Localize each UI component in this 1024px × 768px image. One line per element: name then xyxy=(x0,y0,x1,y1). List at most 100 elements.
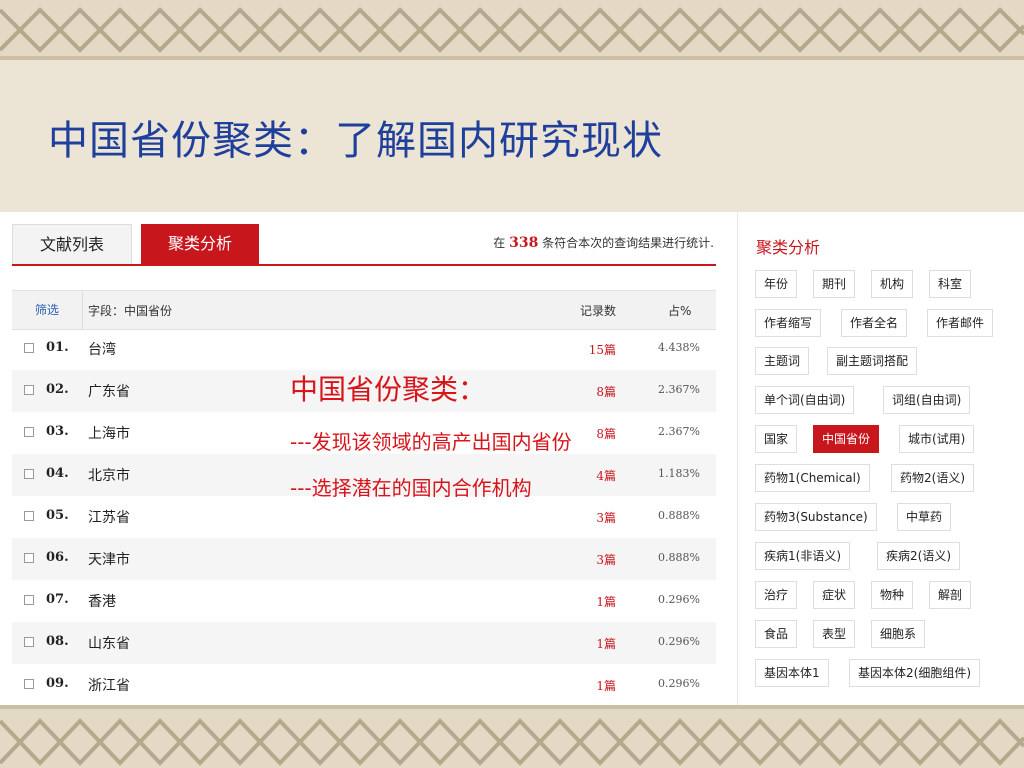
cluster-tag-phenotype[interactable]: 表型 xyxy=(813,620,856,648)
cluster-tag-country[interactable]: 国家 xyxy=(755,425,798,453)
row-index: 02. xyxy=(46,382,69,397)
cluster-tag-author-email[interactable]: 作者邮件 xyxy=(927,309,994,337)
row-index: 05. xyxy=(46,508,69,523)
row-percent: 1.183% xyxy=(658,467,700,480)
cluster-tag-institution[interactable]: 机构 xyxy=(871,270,914,298)
cluster-tag-disease-nonsemantic[interactable]: 疾病1(非语义) xyxy=(755,542,850,570)
row-index: 01. xyxy=(46,340,69,355)
overlay-title: 中国省份聚类： xyxy=(290,373,487,406)
decorative-band-bottom xyxy=(0,705,1024,768)
cluster-tag-single-word[interactable]: 单个词(自由词) xyxy=(755,386,855,414)
pattern-border-top xyxy=(0,7,1024,60)
row-count[interactable]: 1篇 xyxy=(572,677,616,694)
embedded-screenshot: 文献列表 聚类分析 在 338 条符合本次的查询结果进行统计. 筛选 字段：中国… xyxy=(0,212,1024,705)
row-percent: 0.888% xyxy=(658,509,700,522)
row-name[interactable]: 上海市 xyxy=(88,423,130,443)
header-field: 字段：中国省份 xyxy=(88,304,173,318)
row-index: 06. xyxy=(46,550,69,565)
stat-prefix: 在 xyxy=(493,236,506,250)
row-count[interactable]: 15篇 xyxy=(572,341,616,358)
table-row: 08. 山东省 1篇 0.296% xyxy=(12,622,716,664)
cluster-tag-year[interactable]: 年份 xyxy=(755,270,798,298)
decorative-band-top xyxy=(0,0,1024,60)
row-count[interactable]: 3篇 xyxy=(572,509,616,526)
overlay-line-1: ---发现该领域的高产出国内省份 xyxy=(290,430,572,454)
cluster-tag-food[interactable]: 食品 xyxy=(755,620,798,648)
cluster-tag-gene-ontology-1[interactable]: 基因本体1 xyxy=(755,659,829,687)
cluster-tag-mesh[interactable]: 主题词 xyxy=(755,347,810,375)
row-name[interactable]: 浙江省 xyxy=(88,675,130,695)
cluster-tag-phrase[interactable]: 词组(自由词) xyxy=(883,386,971,414)
row-name[interactable]: 天津市 xyxy=(88,549,130,569)
row-index: 07. xyxy=(46,592,69,607)
slide-title: 中国省份聚类：了解国内研究现状 xyxy=(48,118,663,164)
row-name[interactable]: 台湾 xyxy=(88,339,116,359)
row-checkbox[interactable] xyxy=(24,637,34,647)
cluster-tag-therapy[interactable]: 治疗 xyxy=(755,581,798,609)
filter-button[interactable]: 筛选 xyxy=(12,291,83,329)
tab-underline xyxy=(12,264,716,266)
cluster-tag-city[interactable]: 城市(试用) xyxy=(899,425,975,453)
row-count[interactable]: 3篇 xyxy=(572,551,616,568)
overlay-line-2: ---选择潜在的国内合作机构 xyxy=(290,476,532,500)
stat-summary: 在 338 条符合本次的查询结果进行统计. xyxy=(493,234,714,251)
table-header: 筛选 字段：中国省份 记录数 占% xyxy=(12,290,716,330)
row-name[interactable]: 广东省 xyxy=(88,381,130,401)
cluster-tag-drug-substance[interactable]: 药物3(Substance) xyxy=(755,503,877,531)
cluster-tag-disease-semantic[interactable]: 疾病2(语义) xyxy=(877,542,960,570)
row-index: 09. xyxy=(46,676,69,691)
row-percent: 0.296% xyxy=(658,635,700,648)
row-count[interactable]: 8篇 xyxy=(572,383,616,400)
row-checkbox[interactable] xyxy=(24,679,34,689)
stat-suffix: 条符合本次的查询结果进行统计. xyxy=(542,236,714,250)
cluster-tag-anatomy[interactable]: 解剖 xyxy=(929,581,972,609)
header-percent[interactable]: 占% xyxy=(668,302,691,319)
row-checkbox[interactable] xyxy=(24,553,34,563)
row-checkbox[interactable] xyxy=(24,511,34,521)
row-index: 04. xyxy=(46,466,69,481)
table-row: 09. 浙江省 1篇 0.296% xyxy=(12,664,716,706)
row-percent: 0.888% xyxy=(658,551,700,564)
header-count[interactable]: 记录数 xyxy=(580,302,616,319)
row-name[interactable]: 山东省 xyxy=(88,633,130,653)
row-name[interactable]: 江苏省 xyxy=(88,507,130,527)
cluster-tag-herbal[interactable]: 中草药 xyxy=(897,503,952,531)
pattern-border-bottom xyxy=(0,705,1024,766)
row-index: 03. xyxy=(46,424,69,439)
table-row: 05. 江苏省 3篇 0.888% xyxy=(12,496,716,538)
row-checkbox[interactable] xyxy=(24,427,34,437)
cluster-tag-symptom[interactable]: 症状 xyxy=(813,581,856,609)
panel-title: 聚类分析 xyxy=(756,238,821,257)
row-name[interactable]: 北京市 xyxy=(88,465,130,485)
tab-document-list[interactable]: 文献列表 xyxy=(12,224,132,264)
cluster-tag-mesh-qualifier[interactable]: 副主题词搭配 xyxy=(827,347,918,375)
row-checkbox[interactable] xyxy=(24,385,34,395)
table-row: 07. 香港 1篇 0.296% xyxy=(12,580,716,622)
cluster-tag-species[interactable]: 物种 xyxy=(871,581,914,609)
cluster-tag-author-abbr[interactable]: 作者缩写 xyxy=(755,309,822,337)
row-name[interactable]: 香港 xyxy=(88,591,116,611)
cluster-tag-province[interactable]: 中国省份 xyxy=(813,425,880,453)
row-checkbox[interactable] xyxy=(24,469,34,479)
cluster-tag-gene-ontology-2[interactable]: 基因本体2(细胞组件) xyxy=(849,659,980,687)
row-percent: 0.296% xyxy=(658,677,700,690)
cluster-tag-department[interactable]: 科室 xyxy=(929,270,972,298)
row-percent: 4.438% xyxy=(658,341,700,354)
row-count[interactable]: 4篇 xyxy=(572,467,616,484)
row-checkbox[interactable] xyxy=(24,595,34,605)
cluster-tag-journal[interactable]: 期刊 xyxy=(813,270,856,298)
stat-count: 338 xyxy=(509,235,539,251)
row-percent: 2.367% xyxy=(658,383,700,396)
row-index: 08. xyxy=(46,634,69,649)
row-count[interactable]: 8篇 xyxy=(572,425,616,442)
tab-cluster-analysis[interactable]: 聚类分析 xyxy=(141,224,259,264)
row-count[interactable]: 1篇 xyxy=(572,635,616,652)
row-checkbox[interactable] xyxy=(24,343,34,353)
row-percent: 2.367% xyxy=(658,425,700,438)
cluster-tag-author-full[interactable]: 作者全名 xyxy=(841,309,908,337)
cluster-tag-cell-line[interactable]: 细胞系 xyxy=(871,620,926,648)
table-row: 06. 天津市 3篇 0.888% xyxy=(12,538,716,580)
row-count[interactable]: 1篇 xyxy=(572,593,616,610)
cluster-tag-drug-chemical[interactable]: 药物1(Chemical) xyxy=(755,464,870,492)
cluster-tag-drug-semantic[interactable]: 药物2(语义) xyxy=(891,464,974,492)
